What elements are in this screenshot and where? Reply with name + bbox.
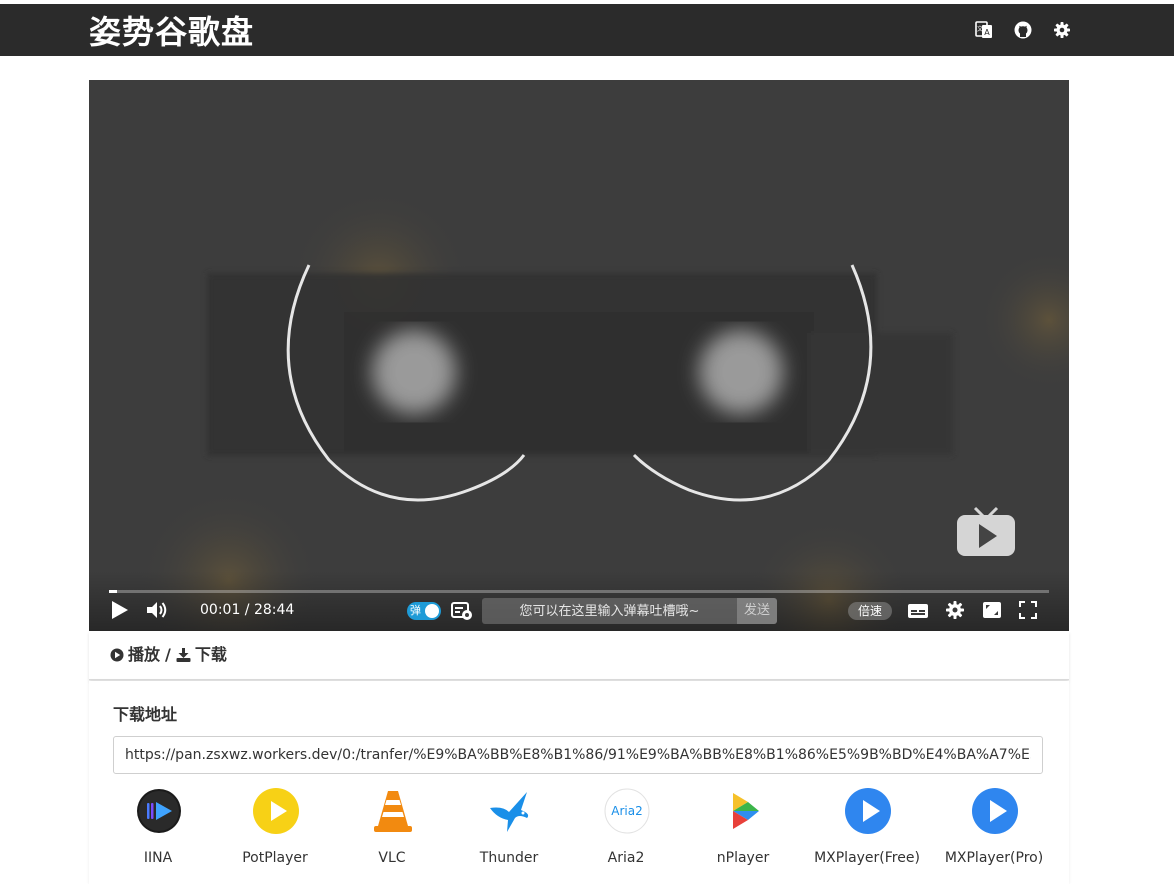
subtitle-icon[interactable] [907, 602, 929, 620]
navbar: 姿势谷歌盘 A 文 [0, 4, 1174, 56]
toggle-knob [425, 604, 439, 618]
app-label: MXPlayer(Free) [814, 850, 920, 866]
section-title: 播放 / 下载 [110, 645, 227, 665]
video-frame [89, 80, 1069, 631]
download-url-field[interactable] [113, 736, 1043, 774]
player-settings-icon[interactable] [945, 600, 965, 620]
download-icon [176, 648, 191, 662]
play-circle-icon [110, 648, 124, 662]
app-iina[interactable]: IINA [98, 786, 218, 878]
app-label: Thunder [479, 850, 539, 866]
app-aria2[interactable]: Aria2 Aria2 [566, 786, 686, 878]
aria2-icon-text: Aria2 [611, 804, 642, 818]
app-mxplayer-free[interactable]: MXPlayer(Free) [807, 786, 927, 878]
play-download-header: 播放 / 下载 [89, 631, 1069, 680]
settings-gear-icon[interactable] [1052, 20, 1072, 40]
download-url-label: 下载地址 [113, 705, 178, 724]
aria2-icon: Aria2 [604, 788, 650, 834]
progress-bar[interactable] [109, 590, 1049, 593]
danmaku-toggle[interactable]: 弹 [407, 602, 441, 620]
app-vlc[interactable]: VLC [332, 786, 452, 878]
app-label: VLC [378, 850, 406, 866]
web-fullscreen-icon[interactable] [982, 600, 1002, 620]
app-label: MXPlayer(Pro) [944, 850, 1044, 866]
app-nplayer[interactable]: nPlayer [683, 786, 803, 878]
download-card: 下载地址 IINA PotPlayer VLC T [89, 681, 1069, 884]
translate-icon[interactable]: A 文 [974, 20, 994, 40]
danmaku-send-button[interactable]: 发送 [737, 598, 777, 624]
app-label: nPlayer [716, 850, 770, 866]
app-potplayer[interactable]: PotPlayer [215, 786, 335, 878]
vlc-icon [374, 791, 412, 832]
site-title[interactable]: 姿势谷歌盘 [89, 10, 254, 54]
app-label: PotPlayer [242, 850, 308, 866]
tv-logo-icon [957, 506, 1015, 556]
github-icon[interactable] [1013, 20, 1033, 40]
thunder-icon [490, 792, 529, 832]
play-button[interactable] [111, 600, 129, 620]
video-player[interactable]: 00:01 / 28:44 弹 发送 倍速 [89, 80, 1069, 631]
potplayer-icon [253, 788, 299, 834]
mxplayer-free-icon [845, 788, 891, 834]
volume-icon[interactable] [146, 600, 168, 620]
svg-text:文: 文 [977, 25, 983, 33]
fullscreen-icon[interactable] [1019, 601, 1037, 619]
section-title-download: 下载 [194, 645, 227, 664]
section-title-play: 播放 [128, 645, 161, 664]
nplayer-icon [733, 793, 759, 829]
time-display: 00:01 / 28:44 [200, 602, 295, 618]
speed-button[interactable]: 倍速 [848, 602, 892, 620]
danmaku-input[interactable] [482, 598, 737, 624]
svg-text:A: A [984, 28, 990, 37]
section-title-separator: / [165, 645, 171, 664]
app-mxplayer-pro[interactable]: MXPlayer(Pro) [934, 786, 1054, 878]
app-label: Aria2 [607, 850, 645, 866]
danmaku-toggle-label: 弹 [410, 604, 421, 617]
iina-icon [137, 789, 181, 833]
progress-fill [109, 590, 118, 593]
app-thunder[interactable]: Thunder [449, 786, 569, 878]
danmaku-box: 发送 [482, 598, 777, 624]
app-label: IINA [143, 850, 173, 866]
mxplayer-pro-icon [972, 788, 1018, 834]
danmaku-settings-icon[interactable] [451, 601, 473, 621]
